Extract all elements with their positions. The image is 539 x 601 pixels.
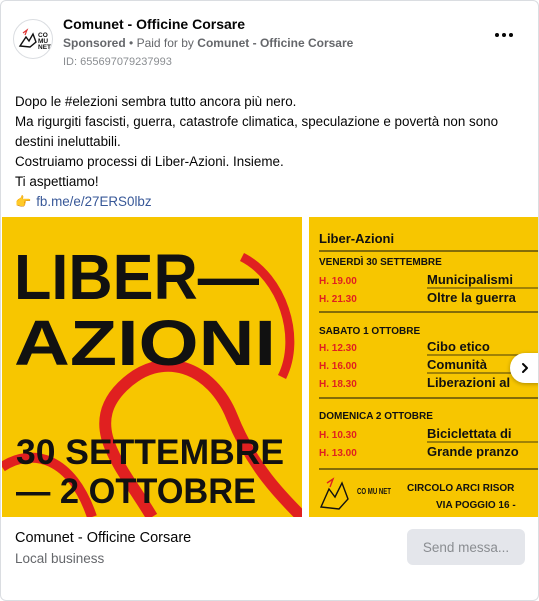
body-line: destini ineluttabili. — [15, 134, 121, 149]
program-time: H. 12.30 — [319, 343, 357, 354]
send-message-button[interactable]: Send messa... — [407, 529, 525, 565]
program-event: Comunità — [427, 357, 488, 372]
poster-venue-line1: CIRCOLO ARCI RISOR — [407, 483, 515, 494]
program-day: SABATO 1 OTTOBRE — [319, 326, 420, 337]
sponsored-post: CO MU NET Comunet - Officine Corsare Spo… — [0, 0, 539, 601]
more-options-dot — [502, 33, 506, 37]
program-event: Biciclettata di — [427, 426, 512, 441]
program-time: H. 13.00 — [319, 448, 357, 459]
pointing-hand-icon: 👉 — [15, 194, 32, 209]
program-day: DOMENICA 2 OTTOBRE — [319, 411, 433, 422]
program-time: H. 21.30 — [319, 294, 357, 305]
program-time: H. 10.30 — [319, 430, 357, 441]
program-event: Grande pranzo — [427, 444, 519, 459]
poster-title-art: LIBER— AZIONI 30 SETTEMBRE — 2 OTTOBRE — [2, 241, 302, 517]
program-time: H. 16.00 — [319, 361, 357, 372]
post-body: Dopo le #elezioni sembra tutto ancora pi… — [15, 92, 524, 212]
meta-separator: • — [129, 36, 137, 50]
program-time: H. 19.00 — [319, 276, 357, 287]
ad-id: ID: 655697079237993 — [63, 56, 172, 68]
footer-page-category: Local business — [15, 551, 105, 566]
poster-venue-line2: VIA POGGIO 16 - — [436, 500, 516, 511]
sponsored-meta: Sponsored • Paid for by Comunet - Offici… — [63, 36, 353, 50]
carousel-card-poster-title[interactable]: LIBER— AZIONI 30 SETTEMBRE — 2 OTTOBRE — [2, 217, 302, 517]
page-name-link[interactable]: Comunet - Officine Corsare — [63, 16, 245, 32]
comunet-poster-logo-icon — [319, 477, 349, 510]
program-time: H. 18.30 — [319, 379, 357, 390]
post-header: CO MU NET Comunet - Officine Corsare Spo… — [13, 15, 526, 71]
media-carousel: LIBER— AZIONI 30 SETTEMBRE — 2 OTTOBRE L… — [1, 217, 538, 517]
poster-program-art: Liber-Azioni VENERDÌ 30 SETTEMBRE H. 19.… — [319, 231, 538, 511]
event-link[interactable]: fb.me/e/27ERS0lbz — [36, 192, 151, 212]
carousel-next-button[interactable] — [510, 353, 538, 383]
link-line: 👉 fb.me/e/27ERS0lbz — [15, 192, 524, 212]
chevron-right-icon — [522, 363, 528, 373]
body-line: Costruiamo processi di Liber-Azioni. Ins… — [15, 154, 284, 169]
body-line: Dopo le #elezioni sembra tutto ancora pi… — [15, 94, 297, 109]
svg-text:NET: NET — [38, 44, 51, 51]
body-line: Ti aspettiamo! — [15, 174, 99, 189]
comunet-logo-icon: CO MU NET — [18, 28, 51, 51]
program-event: Oltre la guerra — [427, 290, 517, 305]
sponsored-label: Sponsored — [63, 36, 126, 50]
poster-title-line2: AZIONI — [14, 307, 276, 379]
page-avatar[interactable]: CO MU NET — [13, 19, 53, 59]
program-day: VENERDÌ 30 SETTEMBRE — [319, 255, 442, 268]
more-options-icon — [495, 33, 500, 37]
poster-date-line2: — 2 OTTOBRE — [16, 472, 256, 511]
program-event: Cibo etico — [427, 339, 490, 354]
paid-for-prefix: Paid for by — [136, 36, 194, 50]
more-options-dot — [508, 33, 513, 37]
program-event: Liberazioni al — [427, 375, 510, 390]
paid-for-name: Comunet - Officine Corsare — [197, 36, 354, 50]
body-line: Ma rigurgiti fascisti, guerra, catastrof… — [15, 114, 499, 129]
post-footer: Comunet - Officine Corsare Local busines… — [1, 517, 538, 600]
footer-page-name[interactable]: Comunet - Officine Corsare — [15, 530, 191, 546]
carousel-card-poster-program[interactable]: Liber-Azioni VENERDÌ 30 SETTEMBRE H. 19.… — [309, 217, 538, 517]
program-heading: Liber-Azioni — [319, 231, 394, 246]
poster-title-line1: LIBER— — [14, 241, 259, 313]
more-options-button[interactable] — [490, 25, 518, 45]
program-event: Municipalismi — [427, 272, 513, 287]
poster-date-line1: 30 SETTEMBRE — [16, 433, 284, 472]
poster-logo-text: CO MU NET — [357, 487, 391, 496]
